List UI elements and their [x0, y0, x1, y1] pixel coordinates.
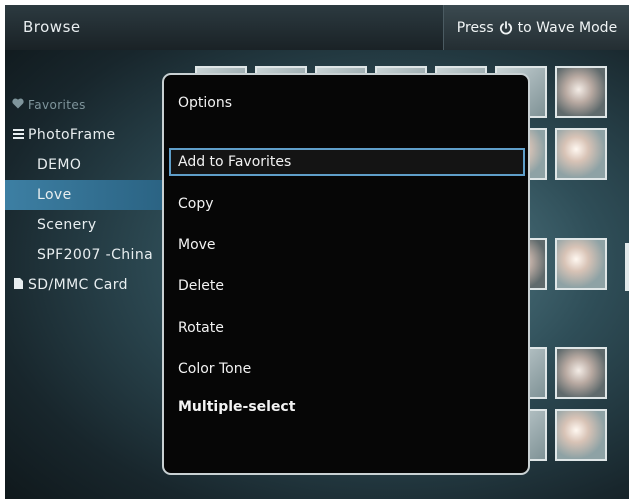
sidebar-item-label: Favorites — [28, 98, 86, 112]
sidebar-item-label: Love — [37, 187, 72, 203]
heart-icon — [11, 90, 25, 120]
sidebar-item-label: PhotoFrame — [28, 127, 116, 143]
sidebar-item-scenery[interactable]: Scenery — [5, 210, 170, 240]
thumbnail[interactable] — [555, 128, 607, 180]
thumbnail[interactable] — [555, 347, 607, 399]
sidebar-item-label: DEMO — [37, 157, 82, 173]
sidebar-item-label: Scenery — [37, 217, 97, 233]
wave-hint-prefix: Press — [456, 19, 494, 36]
thumbnail[interactable] — [555, 66, 607, 118]
sidebar-item-demo[interactable]: DEMO — [5, 150, 170, 180]
sidebar-item-sd-mmc-card[interactable]: SD/MMC Card — [5, 270, 170, 300]
scrollbar[interactable] — [625, 243, 629, 291]
options-menu: Options Add to Favorites Copy Move Delet… — [162, 73, 530, 475]
menu-item-move[interactable]: Move — [169, 231, 525, 259]
menu-item-multiple-select[interactable]: Multiple-select — [169, 393, 525, 421]
sidebar-item-favorites[interactable]: Favorites — [5, 90, 170, 120]
options-menu-title: Options — [178, 95, 233, 111]
sidebar-item-spf2007-china[interactable]: SPF2007 -China — [5, 240, 170, 270]
menu-item-add-to-favorites[interactable]: Add to Favorites — [169, 148, 525, 176]
thumbnail[interactable] — [555, 409, 607, 461]
sidebar-item-photoframe[interactable]: PhotoFrame — [5, 120, 170, 150]
card-icon — [11, 270, 25, 300]
wave-mode-hint: Press to Wave Mode — [443, 5, 629, 50]
thumbnail[interactable] — [555, 238, 607, 290]
list-icon — [11, 120, 25, 150]
top-bar: Browse Press to Wave Mode — [5, 5, 629, 50]
power-icon — [498, 20, 514, 36]
sidebar-item-label: SD/MMC Card — [28, 277, 128, 293]
menu-item-rotate[interactable]: Rotate — [169, 314, 525, 342]
page-title: Browse — [23, 18, 81, 36]
menu-item-copy[interactable]: Copy — [169, 190, 525, 218]
menu-item-color-tone[interactable]: Color Tone — [169, 355, 525, 383]
sidebar-item-label: SPF2007 -China — [37, 247, 154, 263]
wave-hint-suffix: to Wave Mode — [517, 19, 618, 36]
sidebar-item-love[interactable]: Love — [5, 180, 170, 210]
photo-frame-screen: Browse Press to Wave Mode Favorites Phot… — [5, 5, 629, 499]
sidebar: Favorites PhotoFrame DEMO Love Scenery S… — [5, 90, 170, 300]
menu-item-delete[interactable]: Delete — [169, 272, 525, 300]
